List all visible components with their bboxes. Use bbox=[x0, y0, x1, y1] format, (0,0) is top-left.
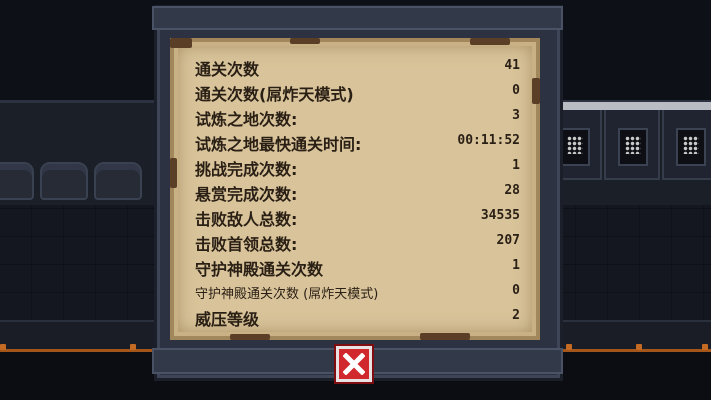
burn-mark bbox=[170, 38, 192, 48]
stat-row-clears-hard: 通关次数(屌炸天模式) 0 bbox=[195, 79, 520, 104]
stat-label: 击败敌人总数: bbox=[195, 210, 298, 229]
rail-light bbox=[130, 344, 136, 350]
trophy-plaque bbox=[676, 128, 706, 166]
stat-value: 1 bbox=[512, 158, 520, 173]
burn-mark bbox=[290, 38, 320, 44]
stat-label: 击败首领总数: bbox=[195, 235, 298, 254]
game-scene: 通关次数 41 通关次数(屌炸天模式) 0 试炼之地次数: 3 试炼之地最快通关… bbox=[0, 0, 711, 400]
stat-value: 0 bbox=[512, 283, 520, 298]
stat-row-trial-best-time: 试炼之地最快通关时间: 00:11:52 bbox=[195, 129, 520, 154]
stat-value: 0 bbox=[512, 83, 520, 98]
stat-label: 挑战完成次数: bbox=[195, 160, 298, 179]
burn-mark bbox=[170, 158, 177, 188]
rail-light bbox=[566, 344, 572, 350]
burn-mark bbox=[532, 78, 540, 104]
stat-row-bounties: 悬赏完成次数: 28 bbox=[195, 179, 520, 204]
trophy-shelf bbox=[660, 102, 711, 180]
close-button[interactable] bbox=[334, 344, 374, 384]
stat-value: 207 bbox=[496, 233, 520, 248]
trophy-shelf bbox=[602, 102, 662, 180]
stat-row-challenges: 挑战完成次数: 1 bbox=[195, 154, 520, 179]
barrel-decoration bbox=[40, 162, 88, 200]
stat-value: 1 bbox=[512, 258, 520, 273]
stat-row-temple-hard: 守护神殿通关次数 (屌炸天模式) 0 bbox=[195, 279, 520, 304]
close-x-icon bbox=[343, 353, 365, 375]
close-button-face bbox=[339, 349, 369, 379]
rail-light bbox=[702, 344, 708, 350]
shelf-top bbox=[660, 102, 711, 110]
stat-label: 通关次数(屌炸天模式) bbox=[195, 85, 354, 104]
stat-value: 3 bbox=[512, 108, 520, 123]
stat-row-bosses: 击败首领总数: 207 bbox=[195, 229, 520, 254]
stat-label: 守护神殿通关次数 (屌炸天模式) bbox=[195, 287, 379, 302]
burn-mark bbox=[420, 333, 470, 340]
scroll-rod-top bbox=[152, 6, 563, 30]
rail-light bbox=[0, 344, 6, 350]
burn-mark bbox=[230, 334, 270, 340]
shelf-top bbox=[602, 102, 662, 110]
stat-row-pressure-level: 威压等级 2 bbox=[195, 304, 520, 329]
stat-label: 试炼之地最快通关时间: bbox=[195, 135, 362, 154]
barrel-decoration bbox=[94, 162, 142, 200]
stat-value: 28 bbox=[504, 183, 520, 198]
stat-label: 通关次数 bbox=[195, 60, 260, 79]
trophy-plaque bbox=[618, 128, 648, 166]
stat-label: 威压等级 bbox=[195, 310, 260, 329]
rail-light bbox=[636, 344, 642, 350]
stat-value: 41 bbox=[504, 58, 520, 73]
stat-label: 试炼之地次数: bbox=[195, 110, 298, 129]
stat-row-clears: 通关次数 41 bbox=[195, 54, 520, 79]
stat-label: 守护神殿通关次数 bbox=[195, 260, 324, 279]
trophy-plaque bbox=[560, 128, 590, 166]
stat-row-enemies: 击败敌人总数: 34535 bbox=[195, 204, 520, 229]
stat-label: 悬赏完成次数: bbox=[195, 185, 298, 204]
burn-mark bbox=[470, 38, 510, 45]
stat-value: 00:11:52 bbox=[457, 133, 520, 148]
stat-row-temple: 守护神殿通关次数 1 bbox=[195, 254, 520, 279]
stats-list: 通关次数 41 通关次数(屌炸天模式) 0 试炼之地次数: 3 试炼之地最快通关… bbox=[195, 54, 520, 329]
stat-row-trials: 试炼之地次数: 3 bbox=[195, 104, 520, 129]
stat-value: 2 bbox=[512, 308, 520, 323]
stat-value: 34535 bbox=[480, 208, 520, 223]
barrel-decoration bbox=[0, 162, 34, 200]
